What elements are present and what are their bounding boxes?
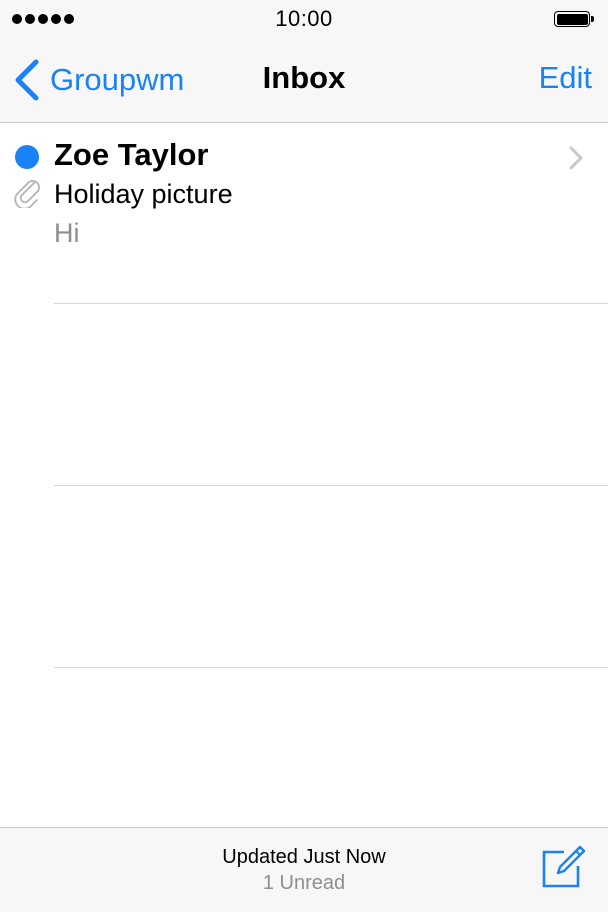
empty-list-row: [54, 486, 608, 668]
unread-count-text: 1 Unread: [262, 872, 346, 894]
update-status-text: Updated Just Now: [222, 846, 386, 868]
bottom-toolbar: Updated Just Now 1 Unread: [0, 827, 608, 912]
status-time: 10:00: [275, 6, 333, 31]
battery-full-icon: [554, 11, 594, 27]
message-subject: Holiday picture: [54, 179, 233, 209]
page-title: Inbox: [262, 60, 346, 95]
chevron-right-icon: [569, 146, 583, 170]
message-list: Zoe Taylor Holiday picture Hi: [0, 123, 608, 668]
navigation-bar: Groupwm Inbox Edit: [0, 40, 608, 123]
mail-app-screen: 10:00 Groupwm Inbox Edit Zoe Taylor Holi…: [0, 0, 608, 912]
edit-button[interactable]: Edit: [539, 60, 592, 96]
message-sender: Zoe Taylor: [54, 137, 209, 172]
message-preview: Hi: [54, 218, 80, 248]
status-bar: 10:00: [0, 0, 608, 40]
compose-icon[interactable]: [540, 844, 586, 890]
unread-dot-icon: [15, 145, 39, 169]
empty-list-row: [54, 304, 608, 486]
message-row[interactable]: Zoe Taylor Holiday picture Hi: [0, 123, 608, 304]
paperclip-icon: [14, 180, 40, 208]
